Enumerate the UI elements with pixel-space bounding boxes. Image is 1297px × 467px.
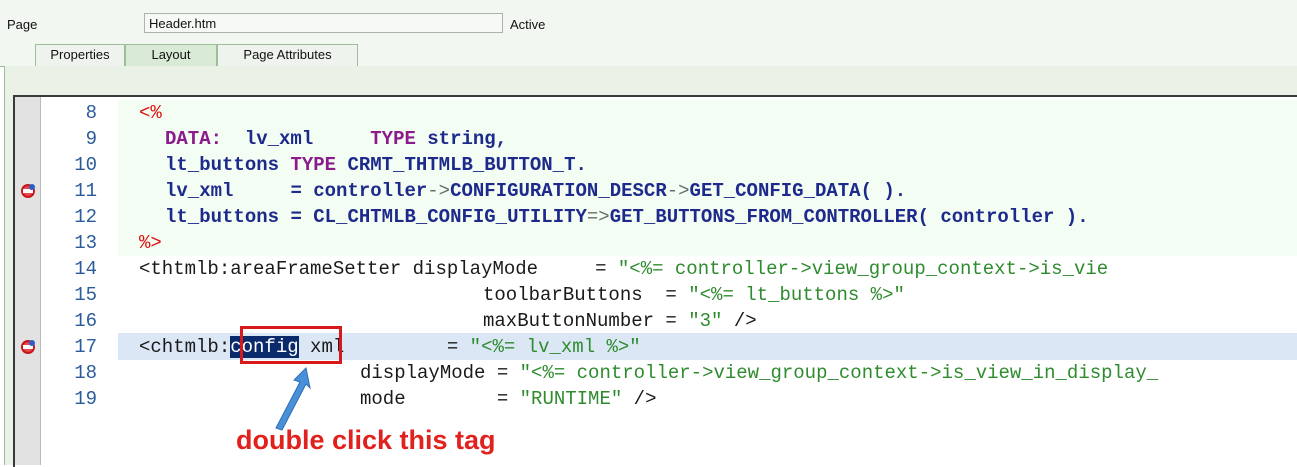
tab-properties[interactable]: Properties bbox=[35, 44, 125, 66]
code-line[interactable]: 8 <% bbox=[15, 100, 1297, 126]
code-line[interactable]: 10 lt_buttons TYPE CRMT_THTMLB_BUTTON_T. bbox=[15, 152, 1297, 178]
code-line[interactable]: 15 toolbarButtons = "<%= lt_buttons %>" bbox=[15, 282, 1297, 308]
code-text[interactable]: lv_xml = controller->CONFIGURATION_DESCR… bbox=[165, 178, 906, 204]
tab-strip: Properties Layout Page Attributes bbox=[0, 42, 1297, 67]
line-number: 15 bbox=[74, 284, 97, 306]
code-text[interactable]: toolbarButtons = "<%= lt_buttons %>" bbox=[483, 282, 905, 308]
tab-layout[interactable]: Layout bbox=[125, 44, 217, 66]
annotation-text: double click this tag bbox=[236, 425, 496, 455]
line-number: 11 bbox=[74, 180, 97, 202]
code-text[interactable]: displayMode = "<%= controller->view_grou… bbox=[360, 360, 1158, 386]
code-line[interactable]: 11 lv_xml = controller->CONFIGURATION_DE… bbox=[15, 178, 1297, 204]
code-line[interactable]: 16 maxButtonNumber = "3" /> bbox=[15, 308, 1297, 334]
callout-highlight-box bbox=[240, 326, 342, 364]
code-line[interactable]: 17 <chtmlb:config xml = "<%= lv_xml %>" bbox=[15, 334, 1297, 360]
line-number: 12 bbox=[74, 206, 97, 228]
code-line[interactable]: 14 <thtmlb:areaFrameSetter displayMode =… bbox=[15, 256, 1297, 282]
line-number: 8 bbox=[85, 102, 97, 124]
line-number: 14 bbox=[74, 258, 97, 280]
callout-arrow-icon bbox=[275, 366, 311, 431]
code-text[interactable]: <chtmlb:config xml = "<%= lv_xml %>" bbox=[139, 334, 641, 360]
code-line[interactable]: 9 DATA: lv_xml TYPE string, bbox=[15, 126, 1297, 152]
line-number: 9 bbox=[85, 128, 97, 150]
header-bar: Page Header.htm Active bbox=[0, 0, 1297, 42]
code-text[interactable]: mode = "RUNTIME" /> bbox=[360, 386, 656, 412]
code-text[interactable]: <thtmlb:areaFrameSetter displayMode = "<… bbox=[139, 256, 1108, 282]
line-number: 16 bbox=[74, 310, 97, 332]
line-number: 18 bbox=[74, 362, 97, 384]
code-text[interactable]: lt_buttons = CL_CHTMLB_CONFIG_UTILITY=>G… bbox=[165, 204, 1089, 230]
code-line[interactable]: 12 lt_buttons = CL_CHTMLB_CONFIG_UTILITY… bbox=[15, 204, 1297, 230]
code-editor[interactable]: 8 <% 9 DATA: lv_xml TYPE string, 10 lt_b… bbox=[13, 95, 1297, 467]
line-number: 10 bbox=[74, 154, 97, 176]
code-line[interactable]: 18 displayMode = "<%= controller->view_g… bbox=[15, 360, 1297, 386]
line-number: 19 bbox=[74, 388, 97, 410]
line-number: 13 bbox=[74, 232, 97, 254]
code-line[interactable]: 19 mode = "RUNTIME" /> bbox=[15, 386, 1297, 412]
tab-page-attributes[interactable]: Page Attributes bbox=[217, 44, 358, 66]
code-text[interactable]: DATA: lv_xml TYPE string, bbox=[165, 126, 507, 152]
page-label: Page bbox=[7, 17, 38, 32]
code-text[interactable]: %> bbox=[139, 230, 162, 256]
line-number: 17 bbox=[74, 336, 97, 358]
status-text: Active bbox=[510, 17, 546, 32]
code-line[interactable]: 13 %> bbox=[15, 230, 1297, 256]
code-text[interactable]: <% bbox=[139, 100, 162, 126]
code-text[interactable]: lt_buttons TYPE CRMT_THTMLB_BUTTON_T. bbox=[165, 152, 587, 178]
code-text[interactable]: maxButtonNumber = "3" /> bbox=[483, 308, 757, 334]
page-name-field[interactable]: Header.htm bbox=[144, 13, 503, 33]
